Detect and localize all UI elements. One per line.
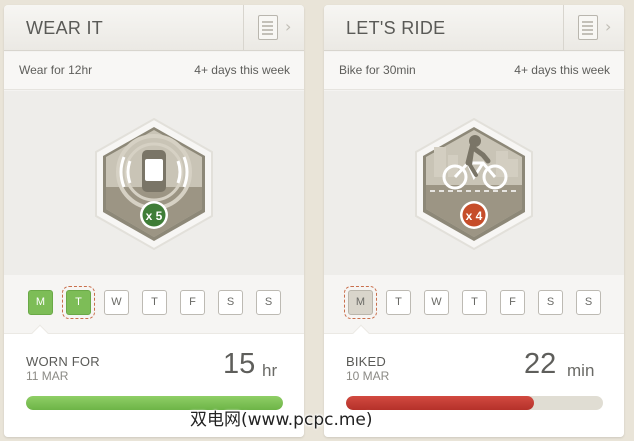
- bicycle-rider-icon: x 4: [415, 117, 533, 251]
- card-header: LET'S RIDE ›: [324, 5, 624, 51]
- chevron-right-icon: ›: [605, 17, 612, 36]
- details-button[interactable]: ›: [244, 5, 304, 51]
- day-sunday[interactable]: S: [256, 290, 281, 315]
- stat-unit: min: [567, 361, 595, 380]
- week-days-row: M T W T F S S: [324, 275, 624, 333]
- badge-multiplier: x 5: [146, 209, 163, 223]
- day-saturday[interactable]: S: [538, 290, 563, 315]
- card-header: WEAR IT ›: [4, 5, 304, 51]
- day-wednesday[interactable]: W: [424, 290, 449, 315]
- watermark-text: 双电网(www.pcpc.me): [190, 410, 373, 430]
- stat-date: 10 MAR: [346, 369, 390, 383]
- details-button[interactable]: ›: [564, 5, 624, 51]
- badge-area: x 5: [4, 91, 304, 275]
- list-icon: [258, 15, 278, 40]
- week-days-row: M T W T F S S: [4, 275, 304, 333]
- day-monday[interactable]: M: [344, 286, 377, 319]
- card-title: LET'S RIDE: [346, 18, 446, 38]
- badge-area: x 4: [324, 91, 624, 275]
- stat-unit: hr: [262, 361, 278, 380]
- frequency-text: 4+ days this week: [514, 63, 610, 77]
- day-sunday[interactable]: S: [576, 290, 601, 315]
- day-wednesday[interactable]: W: [104, 290, 129, 315]
- card-title: WEAR IT: [26, 18, 104, 38]
- chevron-right-icon: ›: [285, 17, 292, 36]
- goal-card-lets-ride: LET'S RIDE › Bike for 30min 4+ days this…: [324, 5, 624, 437]
- stat-value: 15: [223, 348, 256, 380]
- goal-subheader: Bike for 30min 4+ days this week: [324, 52, 624, 90]
- stat-date: 11 MAR: [26, 369, 69, 383]
- badge-multiplier: x 4: [466, 209, 483, 223]
- day-thursday[interactable]: T: [142, 290, 167, 315]
- goal-text: Wear for 12hr: [19, 63, 93, 77]
- stat-label: WORN FOR: [26, 354, 100, 369]
- day-monday[interactable]: M: [28, 290, 53, 315]
- goal-card-wear-it: WEAR IT › Wear for 12hr 4+ days this wee…: [4, 5, 304, 437]
- goal-subheader: Wear for 12hr 4+ days this week: [4, 52, 304, 90]
- day-friday[interactable]: F: [180, 290, 205, 315]
- list-icon: [578, 15, 598, 40]
- day-tuesday[interactable]: T: [386, 290, 411, 315]
- stat-value: 22: [524, 348, 557, 380]
- frequency-text: 4+ days this week: [194, 63, 290, 77]
- stat-label: BIKED: [346, 354, 387, 369]
- tracker-band-icon: x 5: [95, 117, 213, 251]
- day-tuesday[interactable]: T: [62, 286, 95, 319]
- day-friday[interactable]: F: [500, 290, 525, 315]
- goal-text: Bike for 30min: [339, 63, 416, 77]
- day-saturday[interactable]: S: [218, 290, 243, 315]
- day-thursday[interactable]: T: [462, 290, 487, 315]
